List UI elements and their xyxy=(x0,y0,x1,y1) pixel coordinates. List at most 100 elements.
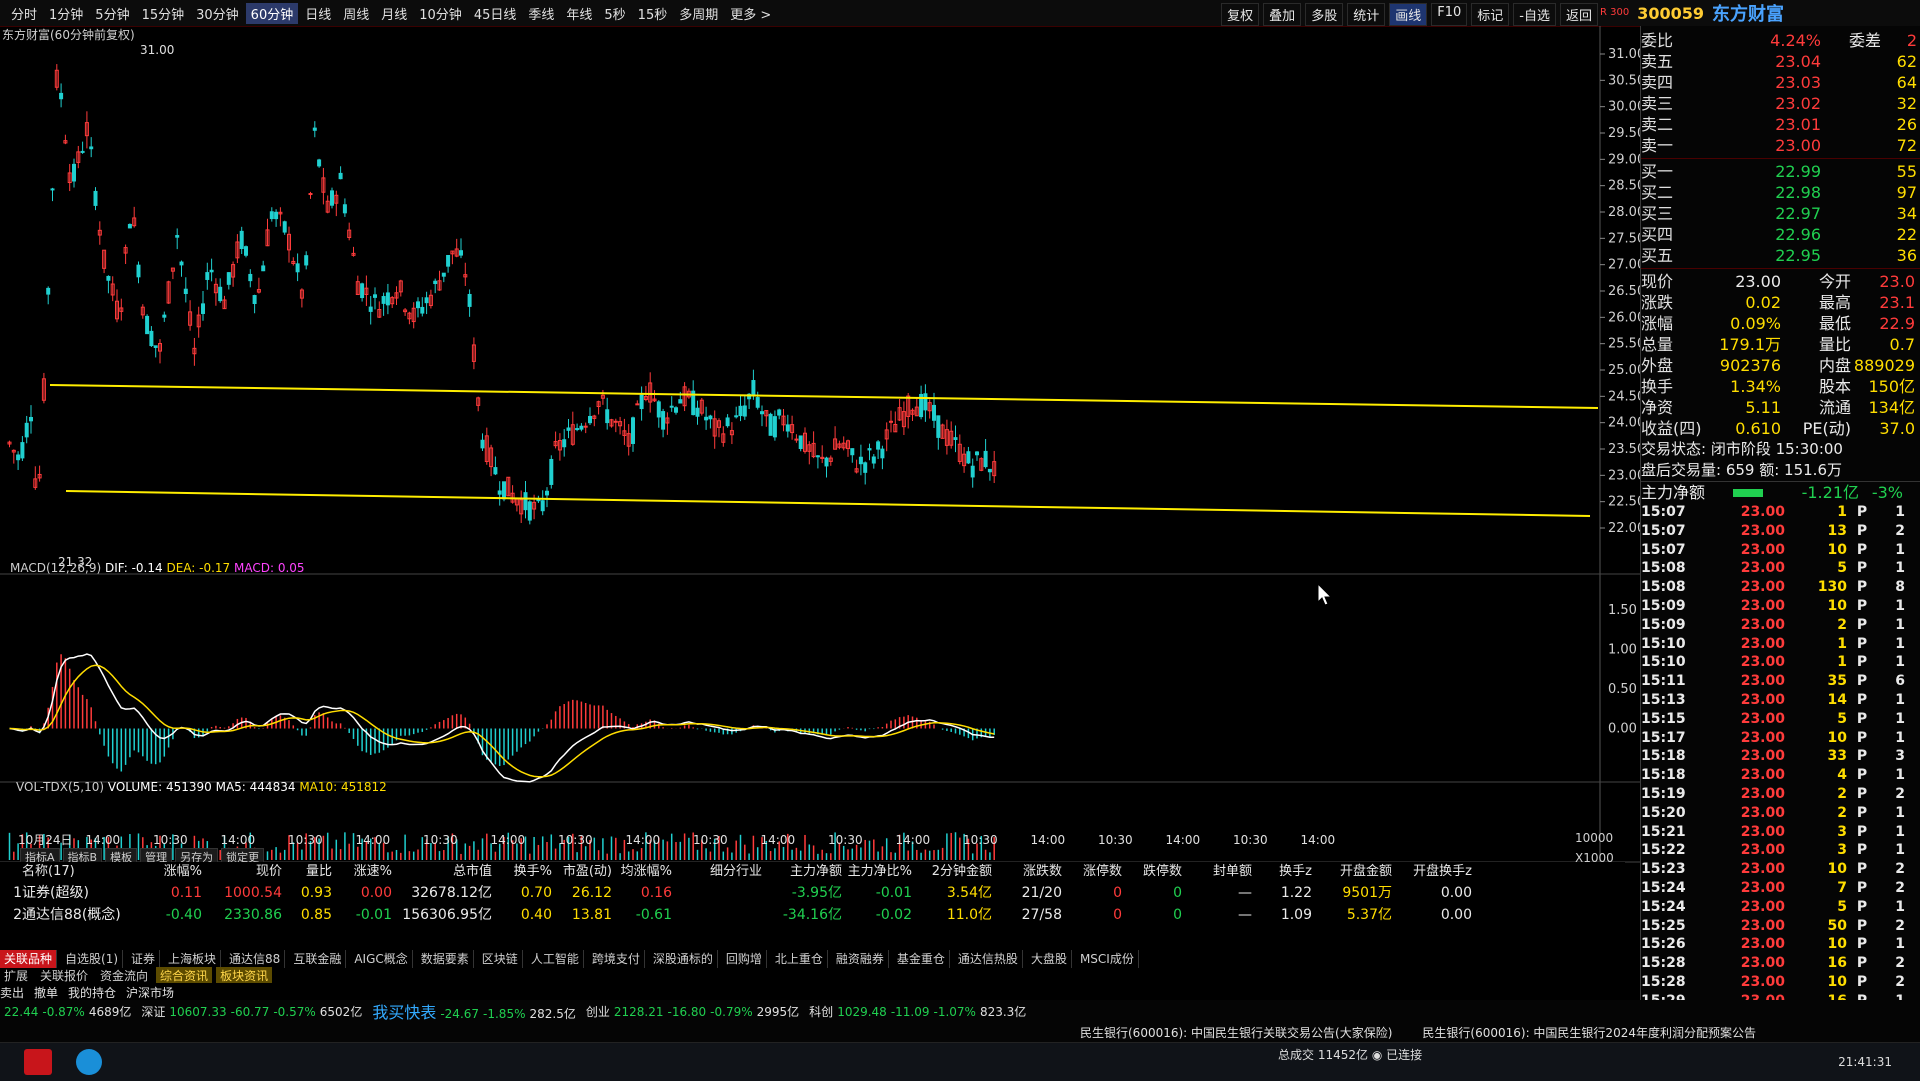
tool-5[interactable]: F10 xyxy=(1431,3,1468,26)
period-6[interactable]: 日线 xyxy=(300,3,336,24)
tool-2[interactable]: 多股 xyxy=(1305,3,1344,26)
sector-tab-3[interactable]: 上海板块 xyxy=(164,950,222,968)
table-row[interactable]: 2 通达信88(概念) -0.40 2330.86 0.85 -0.01 156306.95… xyxy=(0,904,1625,926)
period-3[interactable]: 15分钟 xyxy=(137,3,190,24)
th-10[interactable]: 主力净额 xyxy=(762,862,842,882)
index-item[interactable]: 创业 2128.21 -16.80 -0.79% 2995亿 xyxy=(586,1003,799,1020)
period-11[interactable]: 季线 xyxy=(523,3,559,24)
th-18[interactable]: 开盘金额 xyxy=(1312,862,1392,882)
th-6[interactable]: 换手% xyxy=(492,862,552,882)
bid-price[interactable]: 22.97 xyxy=(1711,203,1821,224)
bid-price[interactable]: 22.99 xyxy=(1711,161,1821,182)
th-0[interactable]: 名称(17) xyxy=(22,862,142,882)
th-19[interactable]: 开盘换手z xyxy=(1392,862,1472,882)
index-item[interactable]: 我买快表 -24.67 -1.85% 282.5亿 xyxy=(372,1000,576,1022)
ask-price[interactable]: 23.04 xyxy=(1711,51,1821,72)
th-12[interactable]: 2分钟金额 xyxy=(912,862,992,882)
sector-tab2-4[interactable]: 板块资讯 xyxy=(216,967,273,983)
kline-chart[interactable]: 31.00 30.50 30.00 29.50 29.00 28.50 28.00 27.50… xyxy=(0,26,1640,866)
news-ticker[interactable]: 民生银行(600016): 中国民生银行关联交易公告(大家保险) xyxy=(1080,1024,1392,1041)
sector-tab-11[interactable]: 深股通标的 xyxy=(649,950,718,968)
ask-price[interactable]: 23.01 xyxy=(1711,114,1821,135)
th-7[interactable]: 市盈(动) xyxy=(552,862,612,882)
bid-price[interactable]: 22.95 xyxy=(1711,245,1821,266)
tool-0[interactable]: 复权 xyxy=(1221,3,1260,26)
th-1[interactable]: 涨幅% xyxy=(142,862,202,882)
ask-price[interactable]: 23.00 xyxy=(1711,135,1821,156)
sector-tab-1[interactable]: 自选股(1) xyxy=(61,950,124,968)
sector-tab-14[interactable]: 融资融券 xyxy=(832,950,889,968)
period-5[interactable]: 60分钟 xyxy=(245,3,299,24)
ask-price[interactable]: 23.02 xyxy=(1711,93,1821,114)
tool-3[interactable]: 统计 xyxy=(1347,3,1386,26)
sector-tab2-3[interactable]: 综合资讯 xyxy=(156,967,213,983)
sector-tab-12[interactable]: 回购增 xyxy=(722,950,767,968)
period-0[interactable]: 分时 xyxy=(6,3,42,24)
macd-name: MACD(12,26,9) xyxy=(10,561,102,575)
app-icon[interactable] xyxy=(24,1049,52,1075)
period-10[interactable]: 45日线 xyxy=(469,3,522,24)
sector-tab-13[interactable]: 北上重仓 xyxy=(771,950,828,968)
th-17[interactable]: 换手z xyxy=(1252,862,1312,882)
index-item[interactable]: 科创 1029.48 -11.09 -1.07% 823.3亿 xyxy=(809,1003,1026,1020)
news-ticker-2[interactable]: 民生银行(600016): 中国民生银行2024年度利润分配预案公告 xyxy=(1422,1024,1756,1041)
bid-price[interactable]: 22.98 xyxy=(1711,182,1821,203)
sector-tab-5[interactable]: 互联金融 xyxy=(289,950,347,968)
th-5[interactable]: 总市值 xyxy=(392,862,492,882)
sector-tab-9[interactable]: 人工智能 xyxy=(527,950,584,968)
table-row[interactable]: 1 证券(超级) 0.11 1000.54 0.93 0.00 32678.12亿 0.70 2… xyxy=(0,882,1625,904)
period-2[interactable]: 5分钟 xyxy=(90,3,134,24)
th-9[interactable]: 细分行业 xyxy=(672,862,762,882)
candle-body xyxy=(261,265,266,272)
period-4[interactable]: 30分钟 xyxy=(191,3,244,24)
sector-tab-8[interactable]: 区块链 xyxy=(478,950,523,968)
sector-tab-17[interactable]: 大盘股 xyxy=(1027,950,1072,968)
candle-body xyxy=(24,422,29,438)
period-12[interactable]: 年线 xyxy=(561,3,597,24)
th-13[interactable]: 涨跌数 xyxy=(992,862,1062,882)
sector-tab-6[interactable]: AIGC概念 xyxy=(350,950,413,968)
th-2[interactable]: 现价 xyxy=(202,862,282,882)
sector-tab-16[interactable]: 通达信热股 xyxy=(954,950,1023,968)
period-8[interactable]: 月线 xyxy=(376,3,412,24)
tool-4[interactable]: 画线 xyxy=(1389,3,1428,26)
index-item[interactable]: 22.44 -0.87% 4689亿 xyxy=(0,1003,131,1020)
tool-1[interactable]: 叠加 xyxy=(1263,3,1302,26)
bid-price[interactable]: 22.96 xyxy=(1711,224,1821,245)
tick-list[interactable]: 15:07 23.00 1 P 1 15:07 23.00 13 P 2 15:07 23.00 10 P… xyxy=(1641,503,1920,1029)
period-15[interactable]: 多周期 xyxy=(674,3,723,24)
sector-tab2-1[interactable]: 关联报价 xyxy=(36,967,92,983)
period-16[interactable]: 更多 > xyxy=(725,3,776,24)
stock-name[interactable]: 东方财富 xyxy=(1712,0,1784,26)
related-stocks-table[interactable]: 名称(17) 涨幅% 现价 量比 涨速% 总市值 换手% 市盈(动) 均涨幅% 细分行业 主力净额主… xyxy=(0,862,1625,954)
sector-tab-15[interactable]: 基金重仓 xyxy=(893,950,950,968)
sector-tab-4[interactable]: 通达信88 xyxy=(225,950,286,968)
tick-count: 1 xyxy=(1895,541,1905,558)
sector-tab-2[interactable]: 证券 xyxy=(127,950,161,968)
th-8[interactable]: 均涨幅% xyxy=(612,862,672,882)
th-4[interactable]: 涨速% xyxy=(332,862,392,882)
th-16[interactable]: 封单额 xyxy=(1182,862,1252,882)
table-cell: 21/20 xyxy=(1021,885,1062,901)
tool-7[interactable]: -自选 xyxy=(1513,3,1556,26)
browser-icon[interactable] xyxy=(76,1049,102,1075)
th-3[interactable]: 量比 xyxy=(282,862,332,882)
th-15[interactable]: 跌停数 xyxy=(1122,862,1182,882)
tool-8[interactable]: 返回 xyxy=(1559,3,1598,26)
period-9[interactable]: 10分钟 xyxy=(414,3,467,24)
sector-tab-7[interactable]: 数据要素 xyxy=(417,950,474,968)
period-1[interactable]: 1分钟 xyxy=(44,3,88,24)
sector-tab2-0[interactable]: 扩展 xyxy=(0,967,32,983)
sector-tab-18[interactable]: MSCI成份 xyxy=(1076,950,1139,968)
ask-price[interactable]: 23.03 xyxy=(1711,72,1821,93)
index-item[interactable]: 深证 10607.33 -60.77 -0.57% 6502亿 xyxy=(141,1003,362,1020)
tool-6[interactable]: 标记 xyxy=(1471,3,1510,26)
sector-tab-10[interactable]: 跨境支付 xyxy=(588,950,645,968)
period-13[interactable]: 5秒 xyxy=(599,3,630,24)
th-14[interactable]: 涨停数 xyxy=(1062,862,1122,882)
sector-tab2-2[interactable]: 资金流向 xyxy=(96,967,152,983)
sector-tab-0[interactable]: 关联品种 xyxy=(0,950,58,968)
period-14[interactable]: 15秒 xyxy=(633,3,673,24)
period-7[interactable]: 周线 xyxy=(338,3,374,24)
th-11[interactable]: 主力净比% xyxy=(842,862,912,882)
